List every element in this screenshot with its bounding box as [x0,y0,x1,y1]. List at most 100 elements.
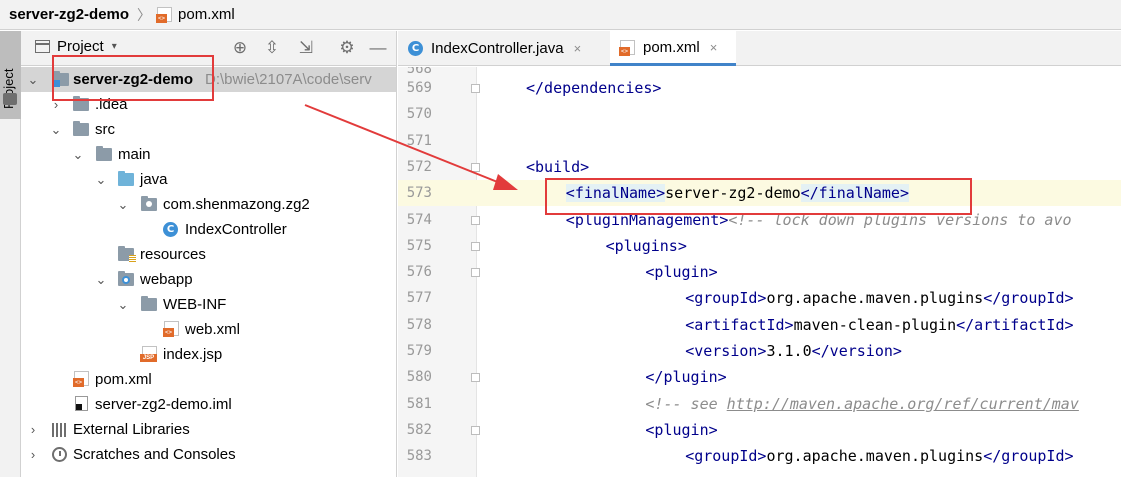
left-tool-strip: Project [0,31,21,477]
code-text: <plugin> [645,263,718,282]
project-tool-window-tab[interactable]: Project [0,31,21,119]
line-number: 576 [406,264,432,281]
line-number: 577 [406,290,432,307]
chevron-down-icon: ▾ [111,41,117,52]
locate-icon[interactable]: ⊕ [229,37,251,59]
tree-item-label: webapp [140,271,193,288]
folder-icon [3,93,17,105]
chevron-down-icon[interactable]: ⌄ [95,172,107,188]
code-text: <groupId>org.apache.maven.plugins</group… [685,447,1074,466]
code-line[interactable]: 569 </dependencies> [398,75,1121,101]
maven-xml-icon: <> [619,39,635,56]
code-line[interactable]: 583 <groupId>org.apache.maven.plugins</gr… [398,443,1121,469]
tree-item-label: java [140,171,168,188]
chevron-down-icon[interactable]: ⌄ [72,147,84,163]
code-line[interactable]: 582 <plugin> [398,417,1121,443]
tree-item-label: server-zg2-demo.iml [95,396,232,413]
code-area[interactable]: 568 569 </dependencies> 570 571 572 <build> 57… [398,67,1121,477]
fold-marker-icon[interactable] [471,84,480,93]
tree-item-label: External Libraries [73,421,190,438]
tree-item-resources[interactable]: resources [21,242,396,267]
line-number: 581 [406,395,432,412]
line-number: 578 [406,316,432,333]
code-line[interactable]: 575 <plugins> [398,233,1121,259]
chevron-down-icon[interactable]: ⌄ [117,197,129,213]
fold-marker-icon[interactable] [471,215,480,225]
fold-marker-icon[interactable] [471,241,480,251]
tree-item-webapp[interactable]: ⌄ webapp [21,267,396,292]
code-line[interactable]: 576 <plugin> [398,259,1121,285]
tab-index-controller[interactable]: C IndexController.java × [408,31,608,66]
chevron-down-icon[interactable]: ⌄ [50,122,62,138]
line-number: 571 [406,132,432,149]
line-number: 570 [406,106,432,123]
code-text: <version>3.1.0</version> [685,342,902,360]
tree-item-iml[interactable]: server-zg2-demo.iml [21,392,396,417]
code-line[interactable]: 577 <groupId>org.apache.maven.plugins</gr… [398,285,1121,311]
fold-marker-icon[interactable] [471,373,480,383]
partial-line-number: 568 [406,67,432,75]
tree-item-web-xml[interactable]: <> web.xml [21,317,396,342]
close-icon[interactable]: × [710,40,718,55]
tree-item-pom-xml[interactable]: <> pom.xml [21,367,396,392]
line-number: 579 [406,343,432,359]
fold-marker-icon[interactable] [471,268,480,278]
tree-item-web-inf[interactable]: ⌄ WEB-INF [21,292,396,317]
code-text: <plugins> [605,236,687,255]
code-line[interactable]: 570 [398,101,1121,127]
code-line[interactable]: 581 <!-- see http://maven.apache.org/ref/… [398,391,1121,417]
chevron-down-icon[interactable]: ⌄ [117,297,129,313]
annotation-box-project [52,55,214,101]
code-line[interactable]: 580 </plugin> [398,364,1121,390]
project-view-selector[interactable]: Project ▾ [35,38,117,55]
tree-item-src[interactable]: ⌄ src [21,117,396,142]
tree-item-java[interactable]: ⌄ java [21,167,396,192]
fold-marker-icon[interactable] [471,425,480,435]
tree-item-label: WEB-INF [163,296,227,313]
tab-pom-xml[interactable]: <> pom.xml × [610,31,736,66]
libraries-icon [52,423,68,437]
line-number: 583 [406,448,432,465]
chevron-down-icon[interactable]: ⌄ [27,72,39,88]
code-text: </dependencies> [526,79,662,97]
breadcrumb-file[interactable]: pom.xml [178,6,235,23]
line-number: 574 [406,211,432,228]
code-line[interactable]: 579 <version>3.1.0</version> [398,338,1121,364]
code-line[interactable]: 578 <artifactId>maven-clean-plugin</artif… [398,312,1121,338]
folder-icon [141,296,157,311]
tree-item-index-jsp[interactable]: JSP index.jsp [21,342,396,367]
folder-icon [96,146,112,161]
collapse-all-icon[interactable]: ⇲ [295,37,317,59]
tree-item-label: web.xml [185,321,241,338]
code-line[interactable]: 572 <build> [398,154,1121,180]
tree-item-index-controller[interactable]: C IndexController [21,217,396,242]
chevron-right-icon[interactable]: › [27,422,39,437]
gear-icon[interactable]: ⚙ [336,37,358,59]
chevron-down-icon[interactable]: ⌄ [95,272,107,288]
fold-marker-icon[interactable] [471,162,480,172]
tree-item-scratches[interactable]: › Scratches and Consoles [21,442,396,467]
line-number: 582 [406,421,432,438]
hide-icon[interactable]: — [367,37,389,59]
code-line[interactable]: 571 [398,128,1121,154]
tree-item-label: IndexController [185,221,287,238]
code-text: <plugin> [645,420,718,439]
expand-all-icon[interactable]: ⇳ [261,37,283,59]
class-icon: C [408,41,423,56]
chevron-right-icon[interactable]: › [27,447,39,462]
breadcrumb: server-zg2-demo 〉 <> pom.xml [0,0,1121,30]
web-folder-icon [118,271,134,286]
annotation-box-finalname [545,178,972,215]
tree-item-main[interactable]: ⌄ main [21,142,396,167]
breadcrumb-project[interactable]: server-zg2-demo [9,6,129,23]
editor: C IndexController.java × <> pom.xml × 56… [398,31,1121,477]
editor-tab-bar: C IndexController.java × <> pom.xml × [398,31,1121,66]
tree-item-package[interactable]: ⌄ com.shenmazong.zg2 [21,192,396,217]
close-icon[interactable]: × [574,41,582,56]
tree-item-external-libraries[interactable]: › External Libraries [21,417,396,442]
code-text: <groupId>org.apache.maven.plugins</group… [685,289,1074,308]
tab-label: pom.xml [643,38,700,56]
tab-label: IndexController.java [431,40,564,57]
project-panel-title: Project [57,38,104,55]
tree-item-label: src [95,121,115,138]
